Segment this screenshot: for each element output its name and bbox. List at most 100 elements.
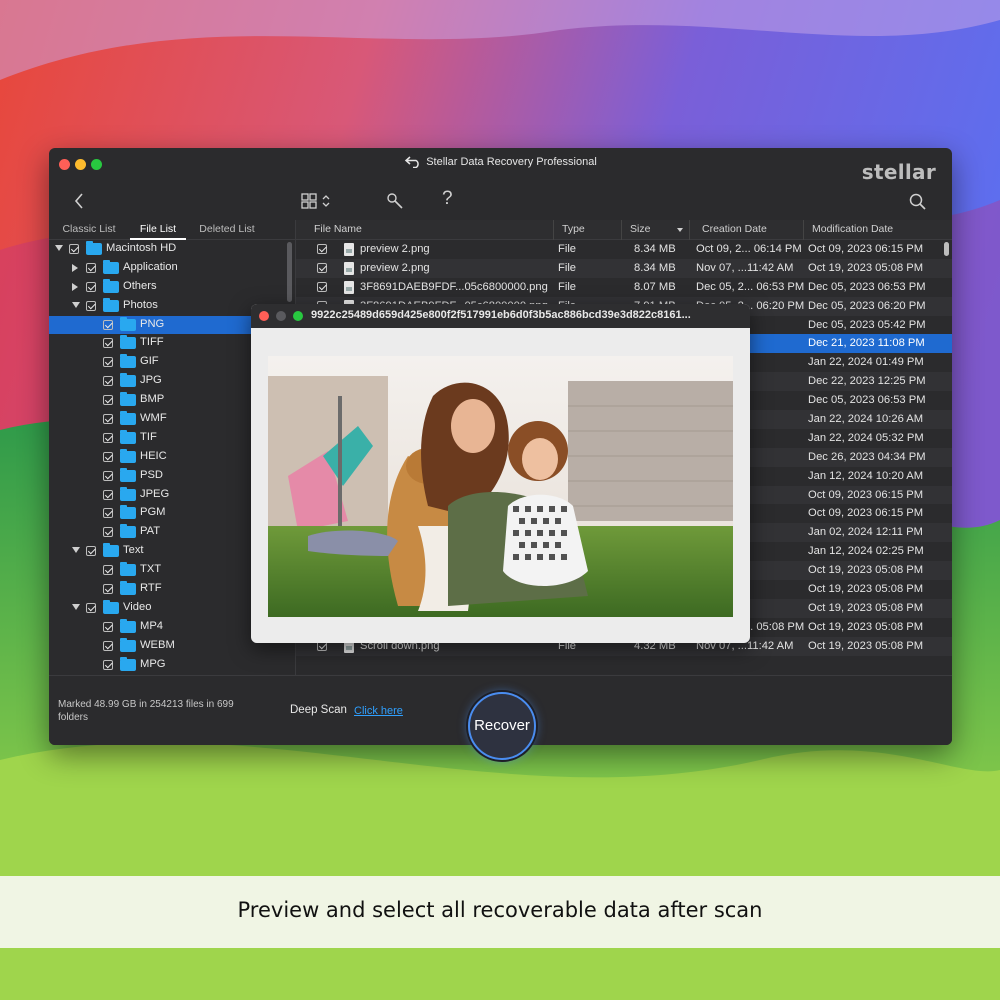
- tree-checkbox[interactable]: [103, 376, 113, 387]
- grid-view-icon[interactable]: [301, 193, 335, 209]
- folder-icon: [120, 392, 136, 407]
- column-modification-date[interactable]: Modification Date: [804, 220, 944, 240]
- tree-checkbox[interactable]: [103, 357, 113, 368]
- tree-item-label: BMP: [140, 393, 165, 406]
- preview-zoom-button[interactable]: [293, 311, 303, 321]
- tree-checkbox[interactable]: [103, 338, 113, 349]
- tree-item[interactable]: Application: [49, 259, 295, 278]
- tree-scrollbar[interactable]: [287, 242, 292, 302]
- preview-photo: [268, 356, 733, 617]
- tree-checkbox[interactable]: [103, 584, 113, 595]
- search-icon[interactable]: [909, 193, 926, 210]
- modification-date-cell: Jan 22, 2024 10:26 AM: [808, 413, 924, 426]
- folder-icon: [103, 543, 119, 558]
- modification-date-cell: Dec 26, 2023 04:34 PM: [808, 450, 926, 463]
- tree-checkbox[interactable]: [103, 659, 113, 670]
- modification-date-cell: Jan 12, 2024 02:25 PM: [808, 545, 924, 558]
- file-type-cell: File: [558, 243, 577, 255]
- caret-right-icon[interactable]: [72, 263, 78, 272]
- tree-item-label: MPG: [140, 657, 166, 670]
- preview-title-bar: 9922c25489d659d425e800f2f517991eb6d0f3b5…: [251, 304, 750, 328]
- tree-checkbox[interactable]: [103, 527, 113, 538]
- tree-checkbox[interactable]: [86, 281, 96, 292]
- tree-checkbox[interactable]: [103, 489, 113, 500]
- folder-icon: [120, 637, 136, 652]
- tree-item-label: JPG: [140, 374, 162, 387]
- tree-item-label: Text: [123, 544, 144, 557]
- column-type[interactable]: Type: [554, 220, 622, 240]
- table-row[interactable]: preview 2.png File 8.34 MB Nov 07, ...11:42…: [296, 258, 952, 278]
- column-file-name[interactable]: File Name: [306, 220, 554, 240]
- folder-icon: [120, 429, 136, 444]
- tab-deleted-list[interactable]: Deleted List: [195, 220, 259, 240]
- table-row[interactable]: 3F8691DAEB9FDF...05c6800000.png File 8.07 …: [296, 278, 952, 297]
- tree-item-label: PGM: [140, 506, 166, 519]
- modification-date-cell: Oct 09, 2023 06:15 PM: [808, 243, 924, 255]
- caret-down-icon[interactable]: [72, 547, 80, 554]
- help-button[interactable]: ?: [442, 188, 453, 210]
- deep-scan-link[interactable]: Click here: [354, 705, 403, 717]
- folder-icon: [103, 599, 119, 614]
- wrench-icon[interactable]: [386, 192, 404, 210]
- modification-date-cell: Dec 21, 2023 11:08 PM: [808, 337, 925, 350]
- tree-item-label: Video: [123, 600, 152, 613]
- tree-checkbox[interactable]: [69, 244, 79, 254]
- tree-item-label: MP4: [140, 619, 164, 632]
- folder-icon: [120, 656, 136, 671]
- column-creation-date[interactable]: Creation Date: [694, 220, 804, 240]
- file-name-cell: preview 2.png: [360, 243, 430, 255]
- caret-down-icon[interactable]: [72, 603, 80, 610]
- recover-button[interactable]: Recover: [468, 692, 536, 760]
- modification-date-cell: Dec 05, 2023 06:20 PM: [808, 299, 926, 312]
- tree-checkbox[interactable]: [103, 319, 113, 330]
- folder-icon: [103, 259, 119, 274]
- tree-item-label: PAT: [140, 525, 161, 538]
- tree-checkbox[interactable]: [103, 432, 113, 443]
- tree-item[interactable]: Others: [49, 278, 295, 297]
- tree-item[interactable]: MPG: [49, 656, 295, 675]
- tree-item[interactable]: Macintosh HD: [49, 240, 295, 259]
- tree-checkbox[interactable]: [86, 262, 96, 273]
- folder-icon: [120, 562, 136, 577]
- row-checkbox[interactable]: [317, 262, 327, 273]
- tree-checkbox[interactable]: [86, 602, 96, 613]
- tree-checkbox[interactable]: [86, 300, 96, 311]
- file-list-scrollbar[interactable]: [944, 242, 949, 256]
- tree-item-label: TIF: [140, 430, 157, 443]
- tree-checkbox[interactable]: [103, 414, 113, 425]
- tree-checkbox[interactable]: [103, 640, 113, 651]
- tree-item-label: Others: [123, 279, 157, 292]
- preview-close-button[interactable]: [259, 311, 269, 321]
- file-size-cell: 8.34 MB: [634, 243, 676, 255]
- tree-checkbox[interactable]: [103, 565, 113, 576]
- tree-checkbox[interactable]: [103, 395, 113, 406]
- caret-right-icon[interactable]: [72, 282, 78, 291]
- tree-checkbox[interactable]: [103, 451, 113, 462]
- row-checkbox[interactable]: [317, 281, 327, 292]
- file-name-cell: preview 2.png: [360, 261, 430, 274]
- tree-item-label: WMF: [140, 412, 167, 425]
- tree-item-label: JPEG: [140, 487, 170, 500]
- preview-minimize-button[interactable]: [276, 311, 286, 321]
- tree-item-label: WEBM: [140, 638, 175, 651]
- modification-date-cell: Dec 05, 2023 06:53 PM: [808, 280, 926, 293]
- caret-down-icon[interactable]: [72, 301, 80, 308]
- image-file-icon: [344, 280, 354, 294]
- folder-icon: [120, 335, 136, 350]
- tree-checkbox[interactable]: [103, 470, 113, 481]
- modification-date-cell: Oct 19, 2023 05:08 PM: [808, 261, 924, 274]
- file-list-header: File Name Type Size Creation Date Modifi…: [296, 220, 952, 240]
- tree-checkbox[interactable]: [103, 508, 113, 519]
- column-size[interactable]: Size: [622, 220, 690, 240]
- caret-down-icon[interactable]: [55, 245, 63, 251]
- folder-icon: [120, 373, 136, 388]
- tree-checkbox[interactable]: [86, 546, 96, 557]
- table-row[interactable]: preview 2.png File 8.34 MB Oct 09, 2... 06:…: [296, 240, 952, 259]
- folder-icon: [103, 297, 119, 312]
- row-checkbox[interactable]: [317, 244, 327, 254]
- file-name-cell: 3F8691DAEB9FDF...05c6800000.png: [360, 280, 548, 293]
- chevron-left-icon[interactable]: [73, 192, 85, 210]
- tab-classic-list[interactable]: Classic List: [57, 220, 121, 240]
- tab-file-list[interactable]: File List: [130, 220, 186, 240]
- tree-checkbox[interactable]: [103, 621, 113, 632]
